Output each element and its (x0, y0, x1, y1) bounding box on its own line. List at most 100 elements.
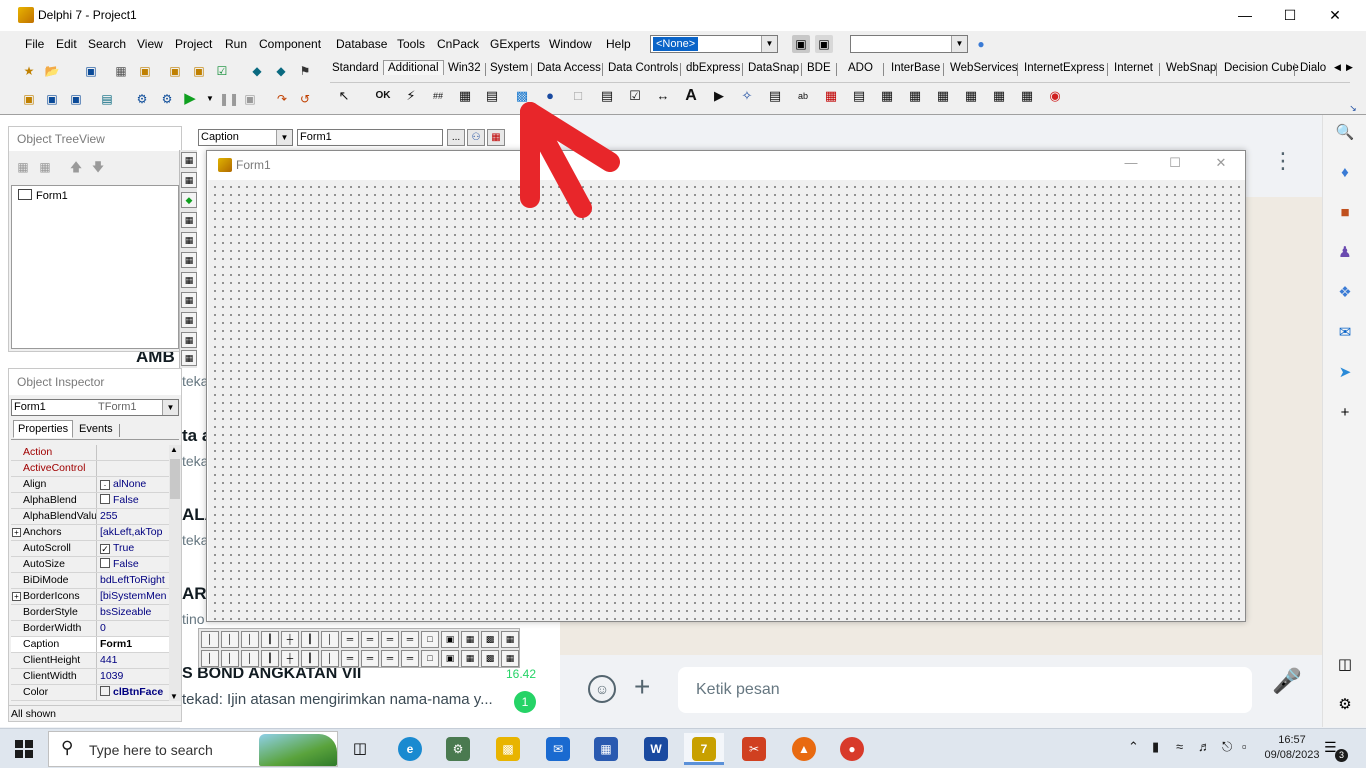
app-orange-icon[interactable]: ▲ (784, 733, 824, 765)
property-value[interactable]: [biSystemMen (98, 589, 169, 604)
new-form-icon[interactable]: ▤ (98, 90, 116, 108)
trace-into-icon[interactable]: ↷ (273, 90, 291, 108)
property-value[interactable]: False (98, 557, 169, 572)
tab-interbase[interactable]: InterBase (889, 62, 942, 74)
view-form-list-icon[interactable]: ▣ (43, 90, 61, 108)
chevron-down-icon[interactable]: ▼ (951, 36, 967, 52)
xpcolormap-component-icon[interactable]: ▦ (960, 85, 982, 107)
property-row[interactable]: Action (11, 445, 169, 461)
save-icon[interactable]: ▣ (82, 62, 100, 80)
tab-data-access[interactable]: Data Access (535, 62, 603, 74)
tab-internetexpress[interactable]: InternetExpress (1022, 62, 1107, 74)
chart-component-icon[interactable]: ▤ (848, 85, 870, 107)
tab-scroll-right-icon[interactable]: ▶ (1344, 62, 1355, 73)
strip-tool-icon[interactable]: ▦ (181, 350, 197, 366)
view-unit-icon[interactable]: ◆ (272, 62, 290, 80)
menu-project[interactable]: Project (175, 37, 212, 51)
tab-websnap[interactable]: WebSnap (1164, 62, 1218, 74)
toggle-form-icon[interactable]: ◆ (248, 62, 266, 80)
property-value[interactable] (98, 445, 169, 460)
chat-list-item[interactable]: S BOND ANGKATAN VII 16.42 tekad: Ijin at… (180, 661, 560, 731)
mail-icon[interactable]: ✉ (538, 733, 578, 765)
close-button[interactable]: ✕ (1312, 0, 1358, 31)
tab-win32[interactable]: Win32 (446, 62, 483, 74)
chevron-down-icon[interactable]: ▼ (761, 36, 777, 52)
property-value[interactable]: 441 (98, 653, 169, 668)
menu-search[interactable]: Search (88, 37, 126, 51)
scroll-up-icon[interactable]: ▲ (170, 445, 178, 454)
align-tool-icon[interactable]: ═ (401, 631, 419, 648)
align-tool-icon[interactable]: ┼ (281, 631, 299, 648)
property-value[interactable]: bsSizeable (98, 605, 169, 620)
property-row[interactable]: Caption Form1 (11, 637, 169, 653)
briefcase-icon[interactable]: ■ (1335, 203, 1355, 223)
settings-gear-icon[interactable]: ⚙ (1335, 695, 1355, 715)
actionmainmenubar-component-icon[interactable]: ▦ (904, 85, 926, 107)
view-unit-list-icon[interactable]: ▣ (20, 90, 38, 108)
standardcolormap-component-icon[interactable]: ▦ (988, 85, 1010, 107)
property-value[interactable]: 255 (98, 509, 169, 524)
property-value[interactable]: Form1 (98, 637, 169, 652)
property-row[interactable]: AlphaBlend False (11, 493, 169, 509)
volume-icon[interactable]: ♬ (1198, 739, 1211, 754)
align-tool-icon[interactable]: ═ (401, 650, 419, 667)
chevron-down-icon[interactable]: ▼ (162, 400, 178, 415)
actiontoolbar-component-icon[interactable]: ▦ (932, 85, 954, 107)
windows-start-icon[interactable] (15, 740, 33, 758)
view-form-icon[interactable]: ⚑ (296, 62, 314, 80)
align-tool-icon[interactable]: ▦ (461, 650, 479, 667)
customizedlg-component-icon[interactable]: ◉ (1044, 85, 1066, 107)
bitbtn-component-icon[interactable]: OK (372, 85, 394, 107)
form1-design-surface[interactable] (208, 180, 1245, 621)
align-tool-icon[interactable]: ═ (341, 650, 359, 667)
align-tool-icon[interactable]: ═ (381, 631, 399, 648)
word-icon[interactable]: W (636, 733, 676, 765)
strip-tool-icon[interactable]: ▦ (181, 272, 197, 288)
tab-events[interactable]: Events (75, 422, 117, 436)
strip-tool-icon[interactable]: ▦ (181, 212, 197, 228)
add-file-icon[interactable]: ▣ (166, 62, 184, 80)
move-down-icon[interactable]: 🡇 (89, 158, 107, 176)
task-view-icon[interactable]: ◫ (340, 733, 380, 765)
property-value-field[interactable]: Form1 (297, 129, 443, 146)
property-row[interactable]: ClientWidth 1039 (11, 669, 169, 685)
chevron-down-icon[interactable]: ▼ (276, 130, 292, 145)
new-icon[interactable]: ★ (20, 62, 38, 80)
compile-icon[interactable]: ⚙ (133, 90, 151, 108)
tab-additional[interactable]: Additional (383, 60, 444, 75)
battery-icon[interactable]: ▮ (1152, 739, 1159, 755)
form-minimize-button[interactable]: — (1109, 155, 1153, 175)
form-close-button[interactable]: ✕ (1199, 155, 1243, 175)
pointer-arrow-icon[interactable]: ↖ (333, 85, 355, 107)
align-tool-icon[interactable]: ┃ (261, 650, 279, 667)
property-row[interactable]: AutoScroll ✓ True (11, 541, 169, 557)
form-maximize-button[interactable]: ☐ (1153, 155, 1197, 175)
help-icon[interactable]: ☑ (213, 62, 231, 80)
property-row[interactable]: BorderStyle bsSizeable (11, 605, 169, 621)
split-view-icon[interactable]: ◫ (1335, 655, 1355, 675)
move-up-icon[interactable]: 🡅 (67, 158, 85, 176)
applicationevents-component-icon[interactable]: ✧ (736, 85, 758, 107)
tab-bde[interactable]: BDE (805, 62, 833, 74)
align-tool-icon[interactable]: │ (321, 631, 339, 648)
open-project-icon[interactable]: ▣ (136, 62, 154, 80)
align-tool-icon[interactable]: │ (201, 631, 219, 648)
tree-node-form1[interactable]: Form1 (18, 189, 68, 202)
microphone-icon[interactable]: 🎤 (1272, 667, 1302, 696)
tab-properties[interactable]: Properties (13, 420, 74, 438)
property-value[interactable]: · alNone (98, 477, 169, 492)
taskbar-search[interactable]: ⚲ Type here to search (48, 731, 338, 767)
align-tool-icon[interactable]: ═ (341, 631, 359, 648)
property-value[interactable] (98, 461, 169, 476)
colorbox-component-icon[interactable]: ▦ (820, 85, 842, 107)
strip-tool-icon[interactable]: ▦ (181, 332, 197, 348)
property-row[interactable]: Align · alNone (11, 477, 169, 493)
copilot-icon[interactable]: ❖ (1335, 283, 1355, 303)
edge-icon[interactable]: e (390, 733, 430, 765)
align-tool-icon[interactable]: │ (221, 650, 239, 667)
property-grid-scrollbar[interactable]: ▲ ▼ (169, 445, 181, 701)
chrome-icon[interactable]: ● (832, 733, 872, 765)
tab-ado[interactable]: ADO (846, 62, 875, 74)
chess-icon[interactable]: ♟ (1335, 243, 1355, 263)
scroll-down-icon[interactable]: ▼ (170, 692, 178, 701)
